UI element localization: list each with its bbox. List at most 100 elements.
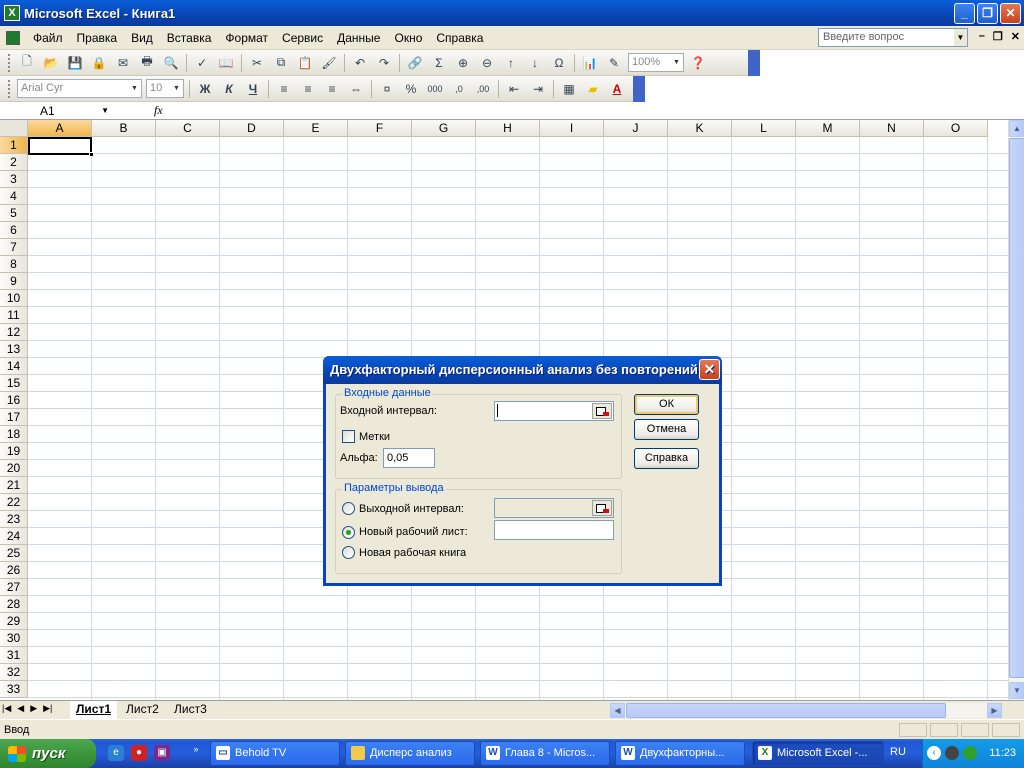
row-header-30[interactable]: 30: [0, 630, 28, 647]
column-header-e[interactable]: E: [284, 120, 348, 137]
row-header-17[interactable]: 17: [0, 409, 28, 426]
research-icon[interactable]: 📖: [215, 53, 237, 73]
paste-icon[interactable]: 📋: [294, 53, 316, 73]
borders-icon[interactable]: ▦: [558, 79, 580, 99]
column-header-g[interactable]: G: [412, 120, 476, 137]
row-header-23[interactable]: 23: [0, 511, 28, 528]
menu-data[interactable]: Данные: [330, 29, 387, 47]
close-icon[interactable]: ✕: [699, 359, 720, 380]
dialog-title-bar[interactable]: Двухфакторный дисперсионный анализ без п…: [323, 356, 722, 384]
doc-minimize-button[interactable]: –: [979, 30, 985, 43]
print-preview-icon[interactable]: 🔍: [160, 53, 182, 73]
row-header-13[interactable]: 13: [0, 341, 28, 358]
font-color-icon[interactable]: A: [606, 79, 628, 99]
active-cell[interactable]: [28, 137, 92, 155]
column-header-m[interactable]: M: [796, 120, 860, 137]
menu-view[interactable]: Вид: [124, 29, 160, 47]
row-header-6[interactable]: 6: [0, 222, 28, 239]
alpha-field[interactable]: 0,05: [383, 448, 435, 468]
row-header-22[interactable]: 22: [0, 494, 28, 511]
minimize-button[interactable]: _: [954, 3, 975, 24]
italic-button[interactable]: К: [218, 79, 240, 99]
row-header-7[interactable]: 7: [0, 239, 28, 256]
chart-wizard-icon[interactable]: 📊: [579, 53, 601, 73]
align-left-icon[interactable]: ≡: [273, 79, 295, 99]
row-header-2[interactable]: 2: [0, 154, 28, 171]
toolbar-options-button[interactable]: [633, 76, 645, 102]
first-sheet-icon[interactable]: |◀: [2, 703, 11, 714]
help-icon[interactable]: ❓: [687, 53, 709, 73]
column-header-f[interactable]: F: [348, 120, 412, 137]
doc-close-button[interactable]: ✕: [1011, 30, 1020, 43]
column-header-b[interactable]: B: [92, 120, 156, 137]
menu-tools[interactable]: Сервис: [275, 29, 330, 47]
row-header-5[interactable]: 5: [0, 205, 28, 222]
symbol-icon[interactable]: Ω: [548, 53, 570, 73]
sort-descending-icon[interactable]: ↓: [524, 53, 546, 73]
hyperlink-icon[interactable]: 🔗: [404, 53, 426, 73]
horizontal-scrollbar[interactable]: ◀ ▶: [610, 703, 1002, 718]
row-header-33[interactable]: 33: [0, 681, 28, 698]
collapse-dialog-icon[interactable]: [592, 403, 612, 419]
row-header-4[interactable]: 4: [0, 188, 28, 205]
tab-sheet3[interactable]: Лист3: [168, 701, 213, 719]
toolbar-options-button[interactable]: [748, 50, 760, 76]
toolbar-grip[interactable]: [8, 53, 11, 72]
row-header-14[interactable]: 14: [0, 358, 28, 375]
spelling-icon[interactable]: ✓: [191, 53, 213, 73]
increase-decimal-icon[interactable]: ,0: [448, 79, 470, 99]
start-button[interactable]: пуск: [0, 739, 96, 768]
zoom-out-icon[interactable]: ⊖: [476, 53, 498, 73]
help-button[interactable]: Справка: [634, 448, 699, 469]
redo-icon[interactable]: ↷: [373, 53, 395, 73]
scroll-left-icon[interactable]: ◀: [610, 703, 625, 718]
row-header-8[interactable]: 8: [0, 256, 28, 273]
decrease-indent-icon[interactable]: ⇤: [503, 79, 525, 99]
zoom-in-icon[interactable]: ⊕: [452, 53, 474, 73]
row-header-26[interactable]: 26: [0, 562, 28, 579]
language-indicator[interactable]: RU: [890, 746, 906, 758]
row-header-29[interactable]: 29: [0, 613, 28, 630]
chevron-down-icon[interactable]: ▼: [171, 81, 182, 96]
prev-sheet-icon[interactable]: ◀: [17, 703, 24, 714]
column-header-h[interactable]: H: [476, 120, 540, 137]
quicklaunch-more-icon[interactable]: »: [188, 741, 204, 757]
column-header-k[interactable]: K: [668, 120, 732, 137]
row-header-10[interactable]: 10: [0, 290, 28, 307]
new-sheet-name-field[interactable]: [494, 520, 614, 540]
column-header-a[interactable]: A: [28, 120, 92, 137]
fill-color-icon[interactable]: ▰: [582, 79, 604, 99]
row-header-15[interactable]: 15: [0, 375, 28, 392]
menu-help[interactable]: Справка: [429, 29, 490, 47]
quicklaunch-app-icon[interactable]: ▣: [154, 745, 170, 761]
chevron-down-icon[interactable]: ▼: [671, 55, 682, 70]
row-header-1[interactable]: 1: [0, 137, 28, 154]
merge-center-icon[interactable]: ⇔: [345, 79, 367, 99]
row-header-16[interactable]: 16: [0, 392, 28, 409]
menu-window[interactable]: Окно: [387, 29, 429, 47]
select-all-button[interactable]: [0, 120, 28, 137]
new-sheet-radio[interactable]: [342, 526, 355, 539]
font-name-combo[interactable]: Arial Cyr ▼: [17, 79, 142, 98]
column-header-o[interactable]: O: [924, 120, 988, 137]
undo-icon[interactable]: ↶: [349, 53, 371, 73]
align-right-icon[interactable]: ≡: [321, 79, 343, 99]
menu-format[interactable]: Формат: [218, 29, 275, 47]
row-header-27[interactable]: 27: [0, 579, 28, 596]
chevron-left-icon[interactable]: ‹: [927, 746, 941, 760]
last-sheet-icon[interactable]: ▶|: [43, 703, 52, 714]
column-header-n[interactable]: N: [860, 120, 924, 137]
email-icon[interactable]: ✉: [112, 53, 134, 73]
column-header-d[interactable]: D: [220, 120, 284, 137]
collapse-dialog-icon[interactable]: [592, 500, 612, 516]
chevron-down-icon[interactable]: ▼: [101, 103, 109, 119]
comma-style-icon[interactable]: 000: [424, 79, 446, 99]
column-header-c[interactable]: C: [156, 120, 220, 137]
new-icon[interactable]: 🗋: [16, 53, 38, 73]
sort-ascending-icon[interactable]: ↑: [500, 53, 522, 73]
internet-explorer-icon[interactable]: e: [108, 745, 124, 761]
labels-checkbox[interactable]: [342, 430, 355, 443]
row-header-3[interactable]: 3: [0, 171, 28, 188]
close-button[interactable]: ✕: [1000, 3, 1021, 24]
task-word-anova[interactable]: W Двухфакторны...: [615, 741, 745, 766]
